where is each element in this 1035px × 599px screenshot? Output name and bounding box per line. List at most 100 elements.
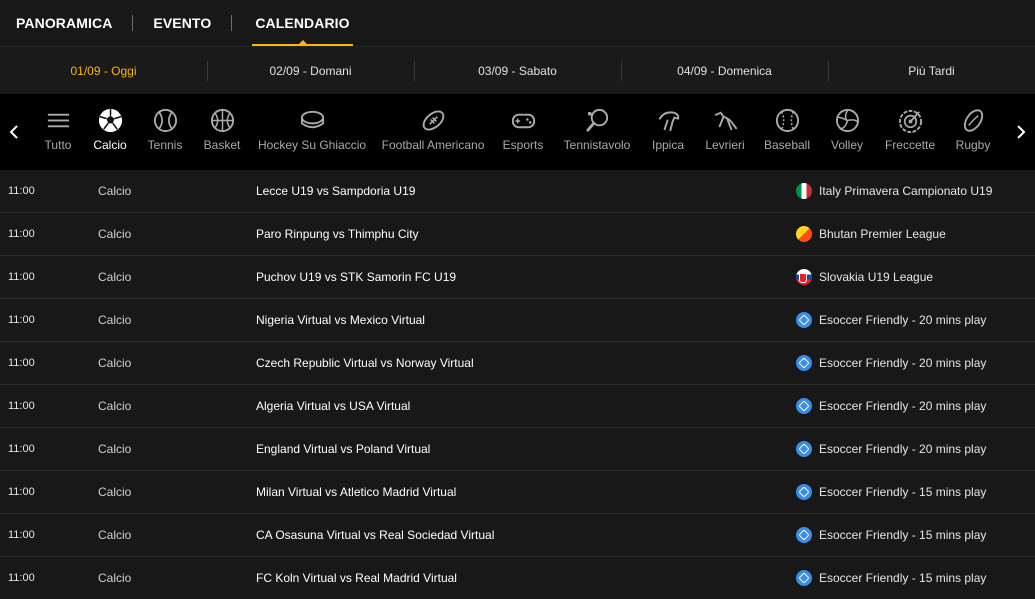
- date-saturday[interactable]: 03/09 - Sabato: [414, 47, 621, 94]
- slovakia-flag-icon: [796, 269, 812, 285]
- esoccer-icon: [796, 355, 812, 371]
- date-tomorrow[interactable]: 02/09 - Domani: [207, 47, 414, 94]
- event-row[interactable]: 11:00 Calcio Lecce U19 vs Sampdoria U19 …: [0, 170, 1035, 213]
- event-row[interactable]: 11:00 Calcio England Virtual vs Poland V…: [0, 428, 1035, 471]
- event-row[interactable]: 11:00 Calcio Czech Republic Virtual vs N…: [0, 342, 1035, 385]
- event-league: Esoccer Friendly - 20 mins play: [796, 398, 986, 414]
- american-football-icon: [419, 106, 447, 134]
- event-league: Esoccer Friendly - 15 mins play: [796, 527, 986, 543]
- esoccer-icon: [796, 441, 812, 457]
- event-time: 11:00: [8, 400, 35, 412]
- menu-icon: [44, 106, 72, 134]
- dartboard-icon: [896, 106, 924, 134]
- event-row[interactable]: 11:00 Calcio Milan Virtual vs Atletico M…: [0, 471, 1035, 514]
- event-time: 11:00: [8, 572, 35, 584]
- tab-evento[interactable]: EVENTO: [153, 0, 211, 46]
- sport-volley[interactable]: Volley: [829, 94, 865, 170]
- event-sport: Calcio: [98, 442, 132, 456]
- sports-filter-bar: Tutto Calcio Tennis Basket Hockey Su Ghi…: [0, 94, 1035, 170]
- event-match[interactable]: Nigeria Virtual vs Mexico Virtual: [256, 313, 425, 327]
- date-sunday[interactable]: 04/09 - Domenica: [621, 47, 828, 94]
- event-row[interactable]: 11:00 Calcio Paro Rinpung vs Thimphu Cit…: [0, 213, 1035, 256]
- sport-calcio[interactable]: Calcio: [92, 94, 128, 170]
- esoccer-icon: [796, 527, 812, 543]
- bhutan-flag-icon: [796, 226, 812, 242]
- event-match[interactable]: England Virtual vs Poland Virtual: [256, 442, 430, 456]
- event-time: 11:00: [8, 314, 35, 326]
- date-filter-bar: 01/09 - Oggi 02/09 - Domani 03/09 - Saba…: [0, 46, 1035, 94]
- event-match[interactable]: Milan Virtual vs Atletico Madrid Virtual: [256, 485, 456, 499]
- event-sport: Calcio: [98, 356, 132, 370]
- sport-baseball[interactable]: Baseball: [764, 94, 810, 170]
- event-match[interactable]: FC Koln Virtual vs Real Madrid Virtual: [256, 571, 457, 585]
- esoccer-icon: [796, 570, 812, 586]
- event-time: 11:00: [8, 486, 35, 498]
- active-tab-caret-icon: [298, 40, 307, 44]
- event-league: Esoccer Friendly - 20 mins play: [796, 441, 986, 457]
- sport-tennistavolo[interactable]: Tennistavolo: [563, 94, 631, 170]
- sport-basket[interactable]: Basket: [204, 94, 240, 170]
- event-row[interactable]: 11:00 Calcio Algeria Virtual vs USA Virt…: [0, 385, 1035, 428]
- event-league: Slovakia U19 League: [796, 269, 933, 285]
- hockey-puck-icon: [298, 106, 326, 134]
- event-sport: Calcio: [98, 528, 132, 542]
- event-sport: Calcio: [98, 313, 132, 327]
- date-today[interactable]: 01/09 - Oggi: [0, 47, 207, 94]
- event-match[interactable]: Czech Republic Virtual vs Norway Virtual: [256, 356, 474, 370]
- event-sport: Calcio: [98, 270, 132, 284]
- date-later[interactable]: Più Tardi: [828, 47, 1035, 94]
- sport-football-americano[interactable]: Football Americano: [382, 94, 484, 170]
- event-match[interactable]: Lecce U19 vs Sampdoria U19: [256, 184, 415, 198]
- sport-freccette[interactable]: Freccette: [884, 94, 936, 170]
- sport-esports[interactable]: Esports: [502, 94, 544, 170]
- sport-levrieri[interactable]: Levrieri: [705, 94, 745, 170]
- event-league: Esoccer Friendly - 15 mins play: [796, 484, 986, 500]
- event-sport: Calcio: [98, 227, 132, 241]
- event-match[interactable]: Paro Rinpung vs Thimphu City: [256, 227, 419, 241]
- event-time: 11:00: [8, 228, 35, 240]
- sport-hockey[interactable]: Hockey Su Ghiaccio: [258, 94, 366, 170]
- sport-tutto[interactable]: Tutto: [43, 94, 73, 170]
- event-league: Esoccer Friendly - 20 mins play: [796, 355, 986, 371]
- event-time: 11:00: [8, 271, 35, 283]
- event-time: 11:00: [8, 357, 35, 369]
- events-list: 11:00 Calcio Lecce U19 vs Sampdoria U19 …: [0, 170, 1035, 599]
- soccer-ball-icon: [96, 106, 124, 134]
- ping-pong-paddle-icon: [583, 106, 611, 134]
- event-league: Esoccer Friendly - 20 mins play: [796, 312, 986, 328]
- event-sport: Calcio: [98, 399, 132, 413]
- scroll-left-button[interactable]: [0, 94, 28, 170]
- event-league: Esoccer Friendly - 15 mins play: [796, 570, 986, 586]
- event-match[interactable]: Puchov U19 vs STK Samorin FC U19: [256, 270, 456, 284]
- event-league: Italy Primavera Campionato U19: [796, 183, 992, 199]
- sport-ippica[interactable]: Ippica: [650, 94, 686, 170]
- volleyball-icon: [833, 106, 861, 134]
- scroll-right-button[interactable]: [1007, 94, 1035, 170]
- event-time: 11:00: [8, 185, 35, 197]
- event-sport: Calcio: [98, 184, 132, 198]
- chevron-left-icon: [9, 125, 18, 139]
- tab-calendario[interactable]: CALENDARIO: [252, 0, 354, 46]
- top-tabs: PANORAMICA EVENTO CALENDARIO: [0, 0, 1035, 46]
- event-sport: Calcio: [98, 571, 132, 585]
- event-match[interactable]: CA Osasuna Virtual vs Real Sociedad Virt…: [256, 528, 494, 542]
- event-row[interactable]: 11:00 Calcio FC Koln Virtual vs Real Mad…: [0, 557, 1035, 599]
- esoccer-icon: [796, 398, 812, 414]
- greyhound-icon: [711, 106, 739, 134]
- event-time: 11:00: [8, 529, 35, 541]
- event-match[interactable]: Algeria Virtual vs USA Virtual: [256, 399, 410, 413]
- event-row[interactable]: 11:00 Calcio Nigeria Virtual vs Mexico V…: [0, 299, 1035, 342]
- tab-separator: [231, 15, 233, 31]
- event-sport: Calcio: [98, 485, 132, 499]
- event-time: 11:00: [8, 443, 35, 455]
- gamepad-icon: [509, 106, 537, 134]
- baseball-icon: [773, 106, 801, 134]
- sport-rugby[interactable]: Rugby: [955, 94, 991, 170]
- event-row[interactable]: 11:00 Calcio CA Osasuna Virtual vs Real …: [0, 514, 1035, 557]
- esoccer-icon: [796, 484, 812, 500]
- tab-separator: [132, 15, 134, 31]
- tennis-ball-icon: [151, 106, 179, 134]
- sport-tennis[interactable]: Tennis: [147, 94, 183, 170]
- event-row[interactable]: 11:00 Calcio Puchov U19 vs STK Samorin F…: [0, 256, 1035, 299]
- tab-panoramica[interactable]: PANORAMICA: [16, 0, 112, 46]
